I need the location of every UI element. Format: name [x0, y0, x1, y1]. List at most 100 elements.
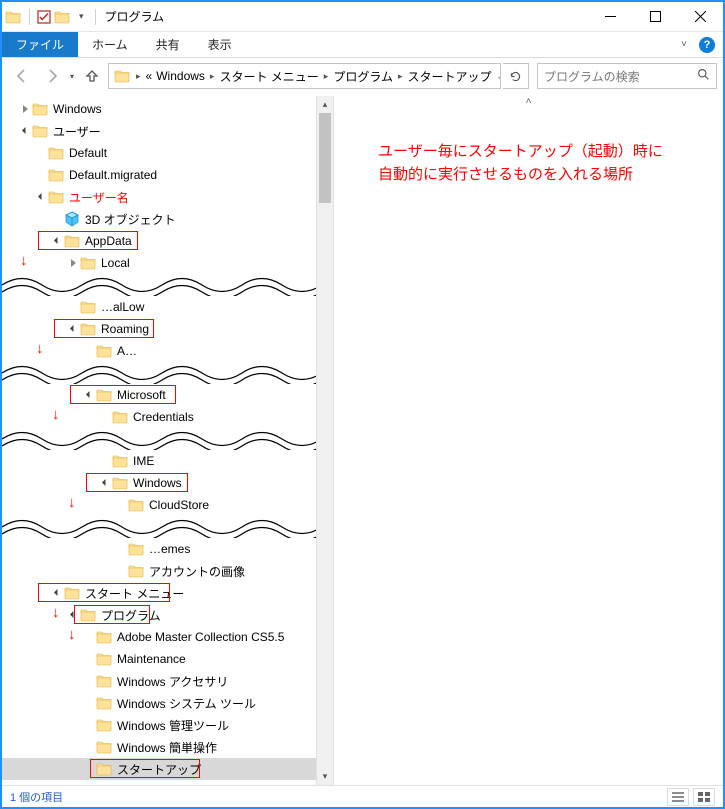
details-view-button[interactable]	[667, 788, 689, 806]
vertical-scrollbar[interactable]: ▴ ▾	[316, 96, 333, 785]
folder-icon	[64, 585, 80, 601]
tree-item[interactable]: Default	[2, 142, 333, 164]
scroll-up-icon[interactable]: ▴	[317, 96, 333, 113]
tree-item[interactable]: Windows システム ツール	[2, 692, 333, 714]
folder-icon	[96, 739, 112, 755]
expander-icon[interactable]	[66, 614, 80, 617]
folder-icon	[96, 717, 112, 733]
chevron-right-icon[interactable]: ▸	[321, 71, 332, 82]
omission-wave	[2, 362, 333, 384]
expander-icon[interactable]	[18, 105, 32, 113]
folder-icon	[96, 695, 112, 711]
recent-locations-icon[interactable]: ▾	[68, 72, 76, 81]
tree-item-windows[interactable]: Windows	[2, 472, 333, 494]
tree-item[interactable]: IME	[2, 450, 333, 472]
forward-button[interactable]	[38, 62, 66, 90]
search-icon[interactable]	[697, 68, 710, 84]
large-icons-view-button[interactable]	[693, 788, 715, 806]
minimize-button[interactable]	[588, 2, 633, 32]
file-tab[interactable]: ファイル	[2, 32, 78, 57]
breadcrumb-segment[interactable]: プログラム	[331, 68, 395, 85]
qat-folder-icon[interactable]	[55, 8, 73, 26]
tree-item[interactable]: ↓ Local	[2, 252, 333, 274]
omission-wave	[2, 274, 333, 296]
content-pane[interactable]: ˄ ユーザー毎にスタートアップ（起動）時に 自動的に実行させるものを入れる場所	[334, 96, 723, 785]
tree-item[interactable]: アカウントの画像	[2, 560, 333, 582]
collapse-ribbon-icon[interactable]: ˅	[681, 39, 687, 50]
address-bar[interactable]: ▸ « Windows ▸ スタート メニュー ▸ プログラム ▸ スタートアッ…	[108, 63, 501, 89]
folder-icon	[96, 761, 112, 777]
chevron-right-icon[interactable]: ▸	[207, 71, 218, 82]
tree-item[interactable]: Windows	[2, 98, 333, 120]
help-icon[interactable]: ?	[699, 37, 715, 53]
tree-item-programs[interactable]: ↓ プログラム	[2, 604, 333, 626]
back-button[interactable]	[8, 62, 36, 90]
expander-icon[interactable]	[66, 328, 80, 331]
ribbon-tabs: ファイル ホーム 共有 表示 ˅ ?	[2, 32, 723, 58]
red-arrow-icon: ↓	[68, 494, 76, 511]
tree-item[interactable]: ↓ Credentials	[2, 406, 333, 428]
share-tab[interactable]: 共有	[142, 32, 194, 57]
quick-access-toolbar: ▾	[2, 8, 92, 26]
red-arrow-icon: ↓	[36, 340, 44, 357]
tree-item[interactable]: ↓ A…	[2, 340, 333, 362]
tree-item[interactable]: ↓ CloudStore	[2, 494, 333, 516]
tree-item-username[interactable]: ユーザー名	[2, 186, 333, 208]
tree-item-microsoft[interactable]: Microsoft	[2, 384, 333, 406]
home-tab[interactable]: ホーム	[78, 32, 142, 57]
tree-item[interactable]: 3D オブジェクト	[2, 208, 333, 230]
close-button[interactable]	[678, 2, 723, 32]
tree-item[interactable]: Default.migrated	[2, 164, 333, 186]
tree-item[interactable]: …alLow	[2, 296, 333, 318]
tree-item-startmenu[interactable]: スタート メニュー	[2, 582, 333, 604]
breadcrumb-segment[interactable]: スタート メニュー	[217, 68, 320, 85]
separator	[29, 9, 30, 25]
refresh-button[interactable]	[503, 63, 529, 89]
qat-customize-icon[interactable]: ▾	[75, 11, 88, 22]
folder-icon	[96, 629, 112, 645]
column-sort-icon[interactable]: ˄	[526, 96, 532, 107]
tree-item[interactable]: Windows アクセサリ	[2, 670, 333, 692]
chevron-right-icon[interactable]: ▸	[395, 71, 406, 82]
tree-item[interactable]: ↓ Adobe Master Collection CS5.5	[2, 626, 333, 648]
chevron-down-icon[interactable]: ⌄	[494, 71, 501, 82]
folder-icon	[80, 299, 96, 315]
view-tab[interactable]: 表示	[194, 32, 246, 57]
tree-item[interactable]: …emes	[2, 538, 333, 560]
navigation-bar: ▾ ▸ « Windows ▸ スタート メニュー ▸ プログラム ▸ スタート…	[2, 58, 723, 94]
folder-icon	[64, 233, 80, 249]
tree-item[interactable]: Windows 簡単操作	[2, 736, 333, 758]
folder-icon	[32, 101, 48, 117]
expander-icon[interactable]	[50, 592, 64, 595]
tree-item[interactable]: Maintenance	[2, 648, 333, 670]
chevron-right-icon[interactable]: ▸	[133, 71, 144, 82]
expander-icon[interactable]	[98, 482, 112, 485]
expander-icon[interactable]	[50, 240, 64, 243]
up-button[interactable]	[78, 62, 106, 90]
folder-icon	[32, 123, 48, 139]
breadcrumb-segment[interactable]: スタートアップ	[406, 68, 494, 85]
tree-item[interactable]: ユーザー	[2, 120, 333, 142]
folder-icon	[96, 343, 112, 359]
properties-icon[interactable]	[35, 8, 53, 26]
maximize-button[interactable]	[633, 2, 678, 32]
scroll-thumb[interactable]	[319, 113, 331, 203]
expander-icon[interactable]	[82, 394, 96, 397]
omission-wave	[2, 516, 333, 538]
expander-icon[interactable]	[34, 196, 48, 199]
tree-item[interactable]: Windows 管理ツール	[2, 714, 333, 736]
app-icon	[6, 8, 24, 26]
folder-icon	[48, 189, 64, 205]
red-arrow-icon: ↓	[20, 252, 28, 269]
folder-icon	[128, 497, 144, 513]
search-box[interactable]: プログラムの検索	[537, 63, 717, 89]
scroll-down-icon[interactable]: ▾	[317, 768, 333, 785]
explorer-window: ▾ プログラム ファイル ホーム 共有 表示 ˅ ? ▾ ▸ « Windows…	[0, 0, 725, 809]
tree-item-roaming[interactable]: Roaming	[2, 318, 333, 340]
expander-icon[interactable]	[18, 130, 32, 133]
tree-item-startup[interactable]: スタートアップ	[2, 758, 333, 780]
breadcrumb-segment[interactable]: «	[144, 69, 155, 83]
expander-icon[interactable]	[66, 259, 80, 267]
breadcrumb-segment[interactable]: Windows	[154, 69, 207, 83]
tree-item-appdata[interactable]: AppData	[2, 230, 333, 252]
